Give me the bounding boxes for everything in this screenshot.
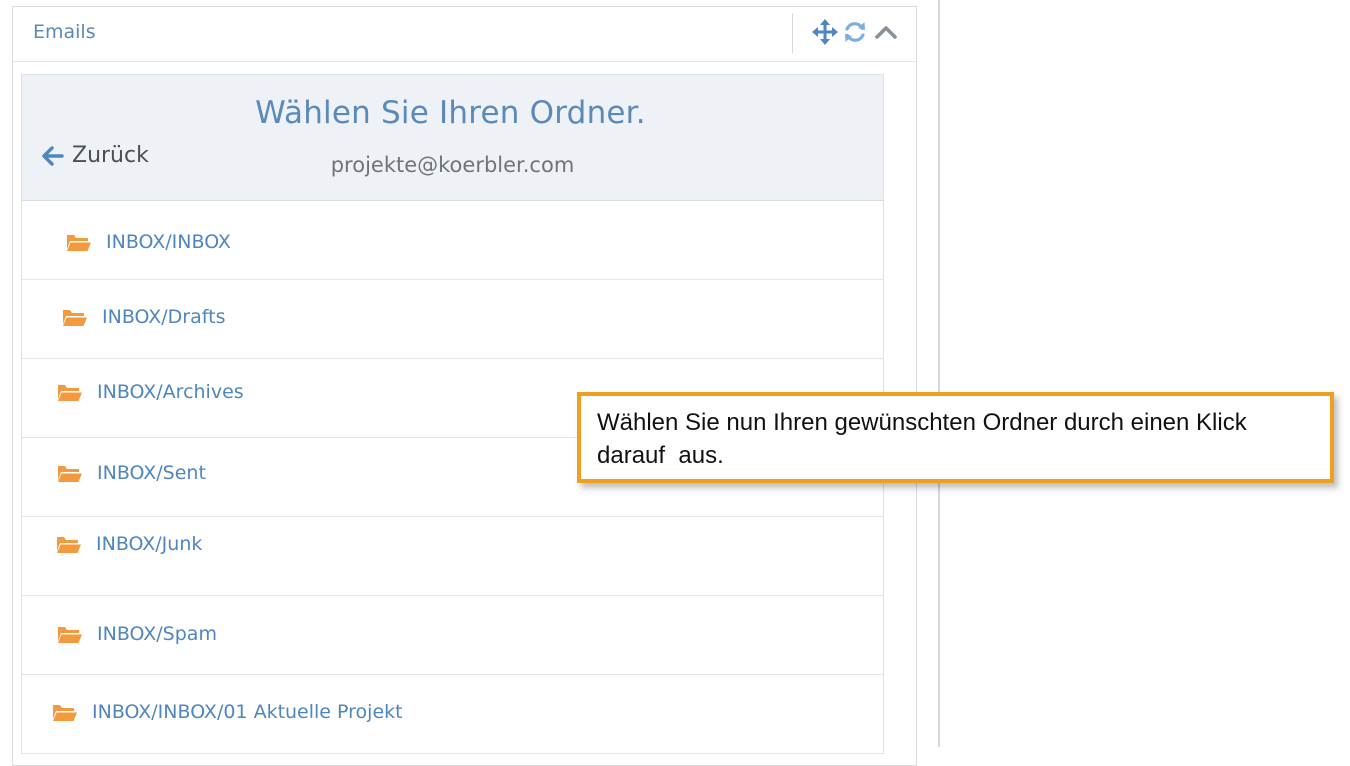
folder-label: INBOX/Spam (97, 623, 217, 645)
folder-open-icon (62, 307, 88, 327)
folder-row[interactable]: INBOX/Drafts (22, 280, 883, 359)
folder-row[interactable]: INBOX/Spam (22, 596, 883, 675)
folder-label: INBOX/INBOX (106, 231, 231, 253)
widget-title: Emails (33, 21, 96, 43)
header-separator (792, 13, 793, 53)
arrow-left-icon (42, 145, 64, 166)
refresh-icon[interactable] (842, 19, 868, 45)
chevron-up-icon[interactable] (873, 19, 899, 45)
folder-selector-title: Wählen Sie Ihren Ordner. (22, 95, 883, 131)
folder-selector-title-text: Wählen Sie Ihren Ordner. (255, 95, 646, 131)
folder-open-icon (56, 534, 82, 554)
folder-row[interactable]: INBOX/INBOX (22, 201, 883, 280)
widget-header: Emails (13, 7, 916, 62)
folder-row[interactable]: INBOX/Junk (22, 517, 883, 596)
folder-open-icon (52, 702, 78, 722)
folder-open-icon (66, 232, 92, 252)
instruction-callout: Wählen Sie nun Ihren gewünschten Ordner … (577, 392, 1334, 483)
folder-selector-header: Wählen Sie Ihren Ordner. projekte@koerbl… (22, 75, 883, 201)
folder-open-icon (57, 624, 83, 644)
folder-label: INBOX/Drafts (102, 306, 226, 328)
account-email: projekte@koerbler.com (22, 153, 883, 177)
folder-open-icon (57, 382, 83, 402)
folder-label: INBOX/INBOX/01 Aktuelle Projekte. (92, 701, 402, 723)
folder-label: INBOX/Archives (97, 381, 244, 403)
back-button[interactable]: Zurück (42, 143, 149, 168)
folder-open-icon (57, 463, 83, 483)
move-icon[interactable] (812, 19, 838, 45)
folder-label: INBOX/Sent (97, 462, 206, 484)
folder-row[interactable]: INBOX/INBOX/01 Aktuelle Projekte. (22, 675, 883, 754)
back-button-label: Zurück (72, 143, 149, 168)
column-divider (938, 0, 940, 747)
account-email-text: projekte@koerbler.com (330, 153, 575, 177)
folder-label: INBOX/Junk (96, 533, 203, 555)
